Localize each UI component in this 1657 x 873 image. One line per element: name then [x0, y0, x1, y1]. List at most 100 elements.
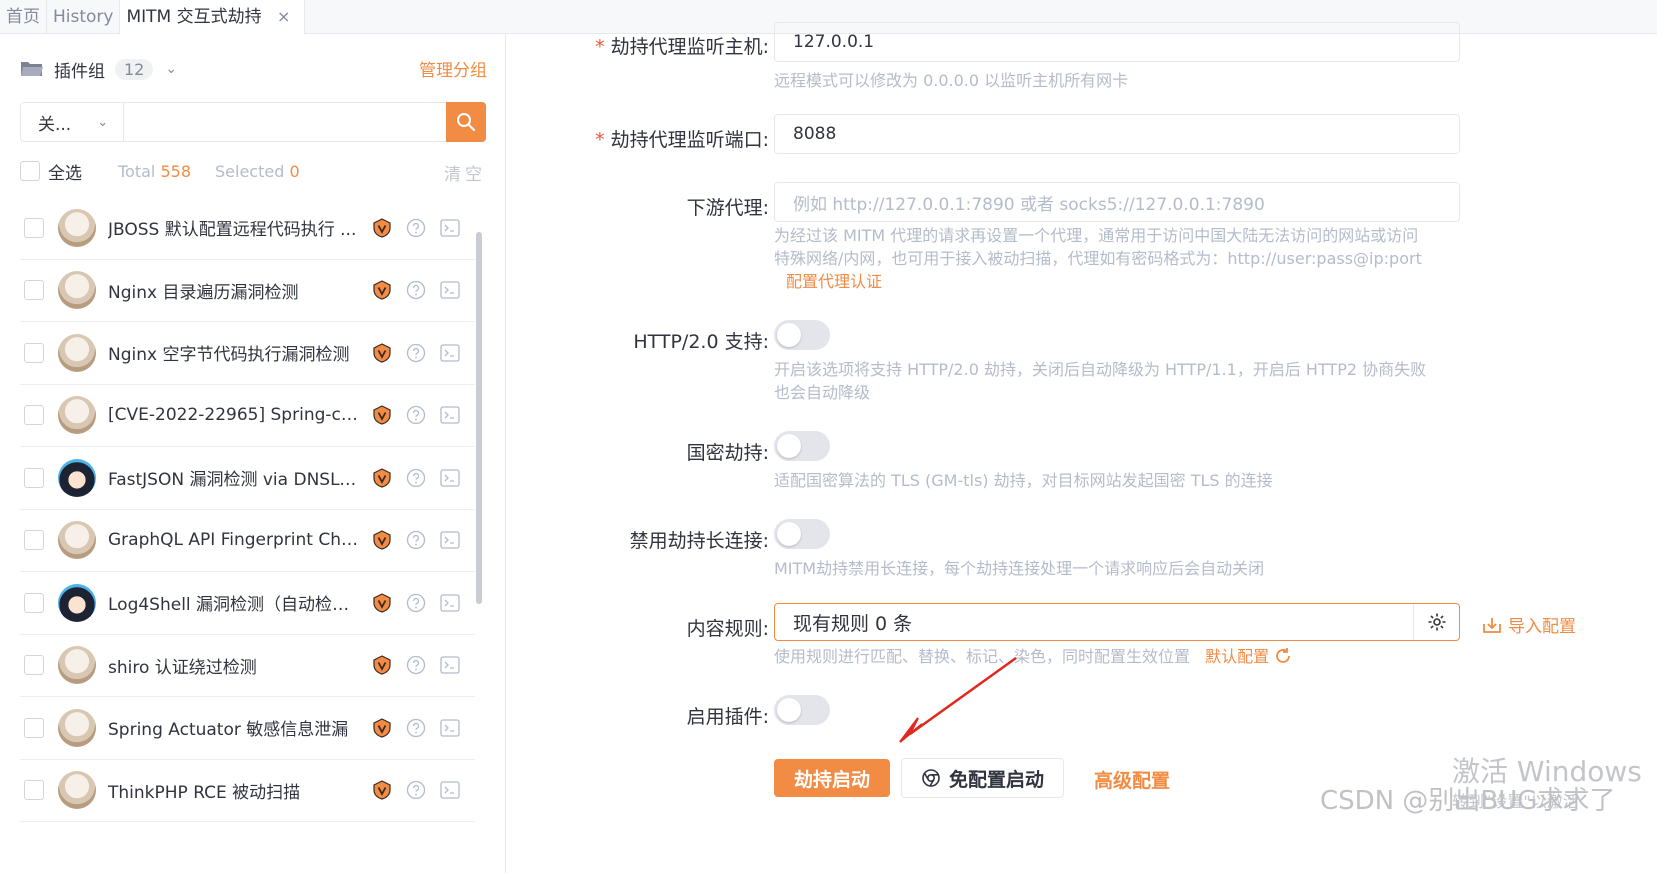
plugin-name: GraphQL API Fingerprint Checki... [108, 530, 358, 551]
plugin-search-bar: 关... ⌄ [20, 102, 486, 142]
plugin-list-item[interactable]: JBOSS 默认配置远程代码执行 ... [20, 197, 475, 260]
mitm-config-form: * 劫持代理监听主机: 127.0.0.1 远程模式可以修改为 0.0.0.0 以… [506, 22, 1657, 873]
chevron-down-icon[interactable]: ⌄ [165, 61, 177, 77]
plugin-list: JBOSS 默认配置远程代码执行 ... Nginx 目录遍历漏洞检测 Nginx … [20, 197, 475, 822]
plugin-name: [CVE-2022-22965] Spring-core-... [108, 405, 358, 426]
verified-shield-icon [372, 593, 392, 613]
plugin-group-selector[interactable]: 插件组 12 ⌄ [20, 56, 177, 82]
plugin-checkbox[interactable] [24, 780, 44, 801]
port-input[interactable]: 8088 [774, 114, 1460, 154]
tab-home[interactable]: 首页 [0, 0, 47, 34]
annotation-arrow [899, 656, 1017, 743]
help-icon[interactable] [406, 655, 426, 675]
plugin-checkbox[interactable] [24, 592, 44, 613]
clear-selection-button[interactable]: 清空 [444, 160, 486, 185]
plugin-checkbox[interactable] [24, 405, 44, 426]
author-avatar [58, 208, 96, 247]
selected-count: 0 [289, 161, 300, 181]
chevron-down-icon: ⌄ [97, 114, 109, 130]
terminal-icon[interactable] [440, 343, 460, 363]
plugin-checkbox[interactable] [24, 280, 44, 301]
plugin-list-item[interactable]: Nginx 目录遍历漏洞检测 [20, 260, 475, 322]
help-icon[interactable] [406, 343, 426, 363]
plugin-list-item[interactable]: ThinkPHP RCE 被动扫描 [20, 760, 475, 822]
terminal-icon[interactable] [440, 780, 460, 800]
plugin-checkbox[interactable] [24, 717, 44, 738]
http2-switch[interactable] [774, 320, 830, 350]
selected-label: Selected [215, 161, 285, 181]
plugin-checkbox[interactable] [24, 530, 44, 551]
host-help: 远程模式可以修改为 0.0.0.0 以监听主机所有网卡 [774, 71, 1129, 90]
help-icon[interactable] [406, 280, 426, 300]
help-icon[interactable] [406, 218, 426, 238]
plugin-list-item[interactable]: Nginx 空字节代码执行漏洞检测 [20, 322, 475, 385]
import-icon [1483, 617, 1501, 633]
plugin-list-item[interactable]: Spring Actuator 敏感信息泄漏 [20, 697, 475, 760]
gm-hijack-switch[interactable] [774, 431, 830, 461]
default-config-link[interactable]: 默认配置 [1205, 647, 1269, 666]
terminal-icon[interactable] [440, 718, 460, 738]
config-free-start-button[interactable]: 免配置启动 [901, 758, 1064, 798]
start-hijack-button[interactable]: 劫持启动 [774, 759, 890, 797]
tab-history[interactable]: History [47, 0, 121, 34]
downstream-proxy-input[interactable]: 例如 http://127.0.0.1:7890 或者 socks5://127… [774, 182, 1460, 222]
tab-label: 首页 [6, 7, 40, 27]
terminal-icon[interactable] [440, 405, 460, 425]
plugin-list-item[interactable]: Log4Shell 漏洞检测（自动检测... [20, 572, 475, 635]
content-rules-help: 使用规则进行匹配、替换、标记、染色，同时配置生效位置 默认配置 [774, 645, 1464, 668]
terminal-icon[interactable] [440, 280, 460, 300]
plugin-checkbox[interactable] [24, 342, 44, 363]
plugin-list-item[interactable]: FastJSON 漏洞检测 via DNSLog [20, 447, 475, 510]
proxy-auth-link[interactable]: 配置代理认证 [786, 272, 882, 291]
author-avatar [58, 771, 96, 810]
verified-shield-icon [372, 280, 392, 300]
content-rules-field[interactable]: 现有规则 0 条 [774, 603, 1460, 641]
plugin-list-item[interactable]: GraphQL API Fingerprint Checki... [20, 510, 475, 572]
disable-keepalive-switch[interactable] [774, 519, 830, 549]
terminal-icon[interactable] [440, 468, 460, 488]
reset-icon[interactable] [1274, 647, 1292, 665]
terminal-icon[interactable] [440, 655, 460, 675]
plugin-name: Spring Actuator 敏感信息泄漏 [108, 720, 349, 741]
import-config-button[interactable]: 导入配置 [1482, 612, 1576, 637]
required-mark: * [595, 36, 605, 58]
terminal-icon[interactable] [440, 593, 460, 613]
total-label: Total [118, 161, 156, 181]
terminal-icon[interactable] [440, 218, 460, 238]
select-all-checkbox[interactable] [20, 161, 40, 181]
enable-plugin-switch[interactable] [774, 695, 830, 725]
plugin-checkbox[interactable] [24, 467, 44, 488]
help-icon[interactable] [406, 718, 426, 738]
help-icon[interactable] [406, 593, 426, 613]
host-input[interactable]: 127.0.0.1 [774, 22, 1460, 62]
help-icon[interactable] [406, 780, 426, 800]
plugin-list-item[interactable]: [CVE-2022-22965] Spring-core-... [20, 385, 475, 447]
plugin-search-input[interactable] [124, 103, 446, 141]
rules-settings-button[interactable] [1413, 604, 1459, 640]
help-icon[interactable] [406, 468, 426, 488]
search-type-select[interactable]: 关... ⌄ [21, 103, 124, 141]
gear-icon [1428, 613, 1445, 631]
plugin-checkbox[interactable] [24, 217, 44, 238]
author-avatar [58, 333, 96, 372]
plugin-name: ThinkPHP RCE 被动扫描 [108, 782, 301, 803]
verified-shield-icon [372, 218, 392, 238]
advanced-config-button[interactable]: 高级配置 [1094, 766, 1170, 793]
search-button[interactable] [446, 102, 486, 142]
tab-mitm[interactable]: MITM 交互式劫持 × [120, 0, 306, 34]
help-icon[interactable] [406, 530, 426, 550]
plugin-checkbox[interactable] [24, 655, 44, 676]
verified-shield-icon [372, 780, 392, 800]
terminal-icon[interactable] [440, 530, 460, 550]
disable-keepalive-label: 禁用劫持长连接: [629, 530, 769, 552]
plugin-list-item[interactable]: shiro 认证绕过检测 [20, 635, 475, 697]
plugin-sidebar: 插件组 12 ⌄ 管理分组 关... ⌄ 全选 Total 558 Select… [0, 34, 506, 873]
gm-hijack-help: 适配国密算法的 TLS (GM-tls) 劫持，对目标网站发起国密 TLS 的连… [774, 471, 1273, 490]
plugin-group-label: 插件组 [54, 61, 105, 82]
manage-groups-link[interactable]: 管理分组 [419, 56, 487, 81]
plugin-list-scrollbar[interactable] [476, 232, 482, 604]
help-icon[interactable] [406, 405, 426, 425]
close-icon[interactable]: × [277, 7, 290, 26]
verified-shield-icon [372, 530, 392, 550]
downstream-proxy-label: 下游代理: [686, 197, 769, 219]
